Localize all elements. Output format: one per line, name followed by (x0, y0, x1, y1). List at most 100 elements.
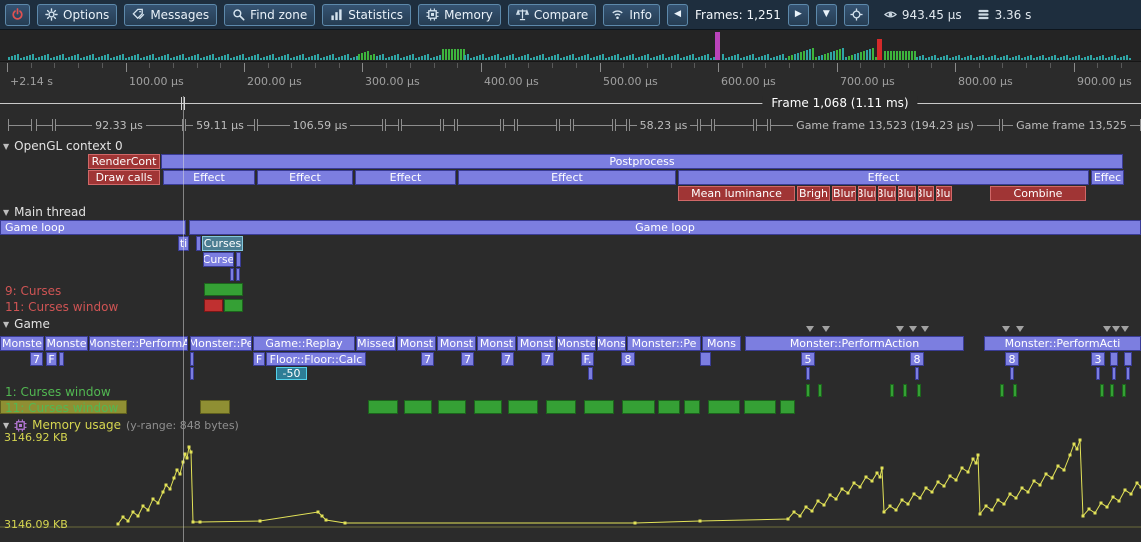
zone-bar[interactable]: Monst (517, 336, 556, 351)
zone-bar[interactable] (1010, 367, 1014, 380)
section-header-game[interactable]: ▼ Game (3, 317, 50, 331)
collapsed-zones-icon[interactable] (1016, 326, 1024, 332)
zone-bar[interactable]: 7 (501, 352, 514, 366)
zone-bar[interactable]: 7 (30, 352, 43, 366)
zone-bar[interactable]: Effect (678, 170, 1089, 185)
zone-bar[interactable] (404, 400, 432, 414)
collapse-triangle-icon[interactable]: ▼ (3, 142, 9, 151)
zone-bar[interactable] (684, 400, 700, 414)
zone-bar[interactable] (744, 400, 776, 414)
zone-bar[interactable] (903, 384, 907, 397)
zone-bar[interactable]: Floor::Floor::Calc (266, 352, 366, 366)
zone-bar[interactable] (59, 352, 64, 366)
zone-bar[interactable] (1096, 367, 1100, 380)
memory-button[interactable]: Memory (418, 4, 501, 26)
zone-bar[interactable]: Effect (257, 170, 353, 185)
zone-bar[interactable]: Combine (990, 186, 1086, 201)
zone-bar[interactable] (368, 400, 398, 414)
section-header-opengl[interactable]: ▼ OpenGL context 0 (3, 139, 123, 153)
zone-bar[interactable]: Mons (702, 336, 741, 351)
zone-bar[interactable]: Game::Replay (253, 336, 355, 351)
zone-bar[interactable] (438, 400, 466, 414)
zone-bar[interactable] (230, 268, 234, 281)
collapsed-zones-icon[interactable] (1103, 326, 1111, 332)
zone-bar[interactable]: Effec (1091, 170, 1124, 185)
zone-bar[interactable]: 8 (621, 352, 635, 366)
zone-bar[interactable]: 7 (541, 352, 554, 366)
zone-bar[interactable]: Monst (477, 336, 516, 351)
statistics-button[interactable]: Statistics (322, 4, 411, 26)
focus-frame-button[interactable] (844, 4, 869, 26)
zoom-to-frame-button[interactable]: ▼ (816, 4, 837, 26)
zone-bar[interactable] (622, 400, 655, 414)
zone-bar[interactable]: 8 (910, 352, 924, 366)
info-button[interactable]: Info (603, 4, 660, 26)
zone-bar[interactable] (890, 384, 894, 397)
zone-bar[interactable]: F (253, 352, 265, 366)
zone-bar[interactable] (1100, 384, 1104, 397)
zone-bar[interactable] (917, 384, 921, 397)
zone-bar[interactable] (1013, 384, 1017, 397)
zone-bar[interactable] (1000, 384, 1004, 397)
zone-bar[interactable]: Blur (898, 186, 916, 201)
next-frame-button[interactable]: ▶ (788, 4, 809, 26)
power-button[interactable] (5, 4, 30, 26)
collapse-triangle-icon[interactable]: ▼ (3, 421, 9, 430)
zone-bar[interactable]: Blur (878, 186, 896, 201)
zone-bar[interactable]: Monste (45, 336, 88, 351)
zone-bar[interactable]: Monster::PerformAction (745, 336, 964, 351)
collapsed-zones-icon[interactable] (806, 326, 814, 332)
zone-bar[interactable]: 3 (1091, 352, 1105, 366)
zone-bar[interactable]: Monster::PerformActi (984, 336, 1141, 351)
zone-bar[interactable]: Monste (557, 336, 596, 351)
zone-bar[interactable] (236, 268, 240, 281)
find-zone-button[interactable]: Find zone (224, 4, 315, 26)
collapsed-zones-icon[interactable] (909, 326, 917, 332)
frame-histogram[interactable] (0, 30, 1141, 62)
zone-bar[interactable] (658, 400, 680, 414)
messages-button[interactable]: Messages (124, 4, 217, 26)
zone-bar[interactable] (588, 367, 593, 380)
zone-bar[interactable]: Monst (437, 336, 476, 351)
zone-bar[interactable]: Curse (203, 252, 234, 267)
zone-bar[interactable]: Game loop (189, 220, 1141, 235)
zone-bar[interactable] (204, 299, 223, 312)
prev-frame-button[interactable]: ◀ (667, 4, 688, 26)
zone-bar[interactable]: Blur (858, 186, 876, 201)
zone-bar[interactable] (915, 367, 919, 380)
collapsed-zones-icon[interactable] (1112, 326, 1120, 332)
zone-bar[interactable]: Brigh (797, 186, 830, 201)
collapse-triangle-icon[interactable]: ▼ (3, 320, 9, 329)
zone-bar[interactable] (236, 252, 241, 267)
zone-bar[interactable]: Blur (936, 186, 952, 201)
zone-bar[interactable]: F (46, 352, 57, 366)
options-button[interactable]: Options (37, 4, 117, 26)
zone-bar[interactable] (584, 400, 614, 414)
zone-bar[interactable]: -50 (276, 367, 307, 380)
zone-bar[interactable]: Monster::PerformA (89, 336, 188, 351)
zone-bar[interactable] (508, 400, 538, 414)
zone-bar[interactable]: RenderCont (88, 154, 160, 169)
collapsed-zones-icon[interactable] (921, 326, 929, 332)
zone-bar[interactable]: Blur (832, 186, 856, 201)
zone-bar[interactable]: F. (581, 352, 594, 366)
zone-bar[interactable]: Monster::Pe (627, 336, 701, 351)
zone-bar[interactable] (1112, 367, 1116, 380)
collapse-triangle-icon[interactable]: ▼ (3, 208, 9, 217)
zone-bar[interactable] (546, 400, 576, 414)
zone-bar[interactable] (1110, 384, 1114, 397)
zone-bar[interactable] (190, 352, 194, 366)
memory-graph[interactable] (0, 436, 1141, 542)
collapsed-zones-icon[interactable] (822, 326, 830, 332)
collapsed-zones-icon[interactable] (1121, 326, 1129, 332)
zone-bar[interactable]: Missed (356, 336, 396, 351)
section-header-memory[interactable]: ▼ Memory usage (y-range: 848 bytes) (3, 418, 239, 432)
zone-bar[interactable]: Mons (597, 336, 626, 351)
zone-bar[interactable] (190, 367, 194, 380)
zone-bar[interactable] (806, 367, 810, 380)
zone-bar[interactable]: Monst (397, 336, 436, 351)
zone-bar[interactable] (200, 400, 230, 414)
compare-button[interactable]: Compare (508, 4, 596, 26)
zone-bar[interactable]: Effect (355, 170, 456, 185)
zone-bar[interactable] (474, 400, 502, 414)
